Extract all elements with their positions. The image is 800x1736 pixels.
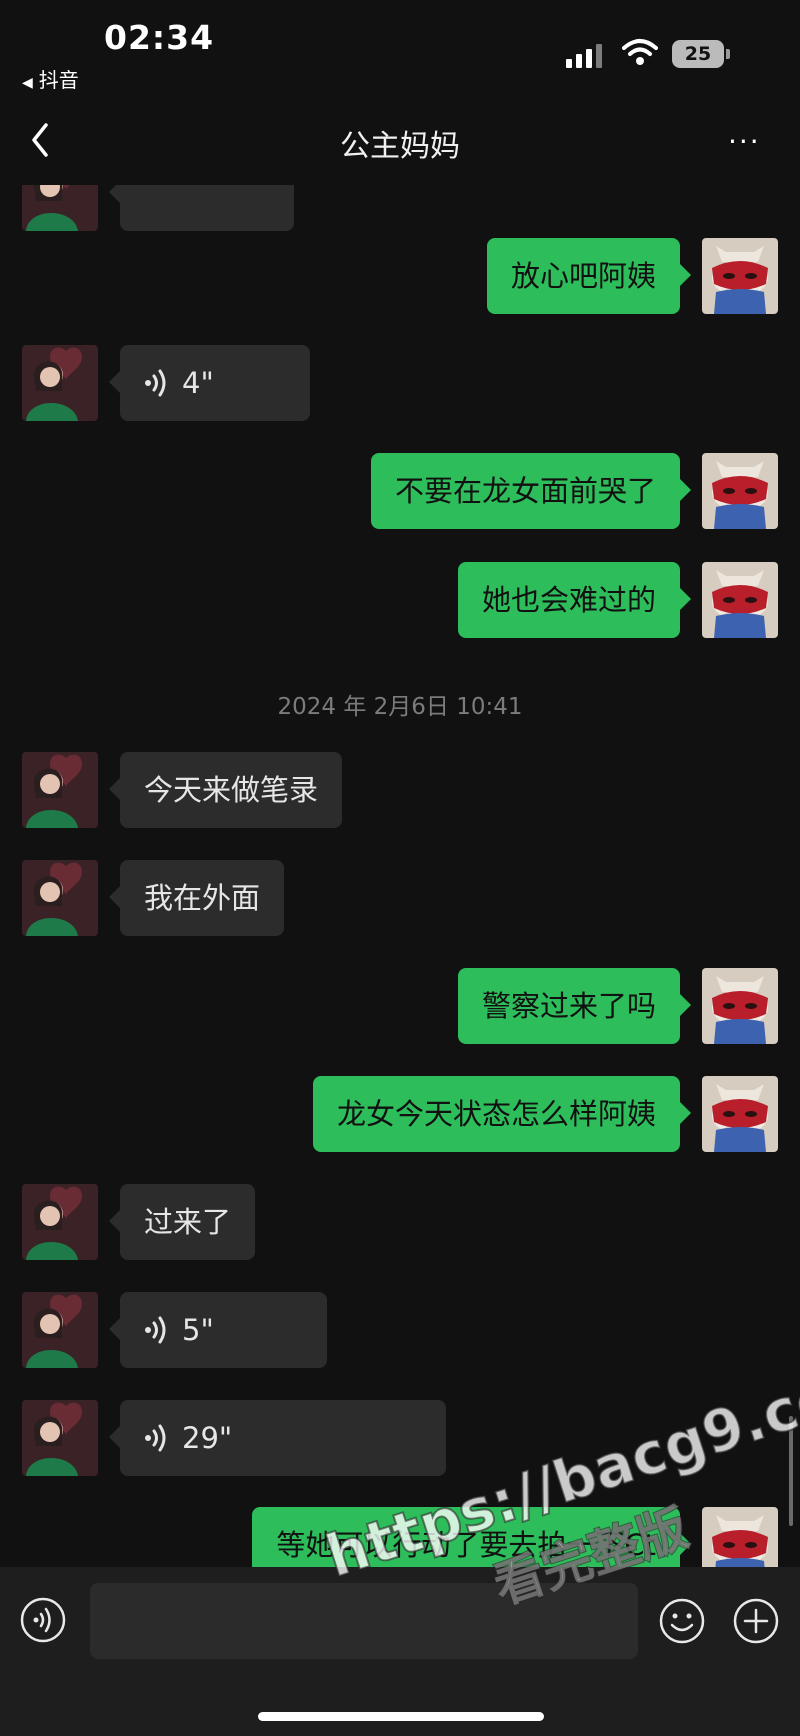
message-bubble-incoming[interactable]: 我在外面 bbox=[108, 860, 285, 936]
contact-avatar[interactable] bbox=[22, 1400, 98, 1476]
message-timestamp: 2024 年 2月6日 10:41 bbox=[277, 694, 523, 720]
input-toolbar bbox=[0, 1567, 800, 1736]
cellular-signal-icon bbox=[566, 44, 606, 68]
voice-wave-icon bbox=[145, 369, 166, 397]
message-bubble-incoming[interactable]: 过来了 bbox=[108, 1184, 256, 1260]
message-input[interactable] bbox=[90, 1583, 638, 1659]
voice-message-bubble[interactable]: 5" bbox=[109, 1292, 327, 1368]
contact-avatar[interactable] bbox=[22, 860, 98, 936]
voice-duration: 29" bbox=[182, 1421, 233, 1455]
voice-duration: 5" bbox=[182, 1313, 214, 1347]
status-time: 02:34 bbox=[104, 18, 215, 57]
status-bar: 02:34 ◀ 抖音 25 bbox=[0, 0, 800, 95]
wifi-icon bbox=[622, 39, 658, 65]
message-list[interactable]: 放心吧阿姨 4" 不要在龙女面前哭了 她也会难过的 2024 年 2月6日 10… bbox=[0, 185, 800, 1567]
my-avatar[interactable] bbox=[702, 238, 778, 314]
battery-indicator: 25 bbox=[672, 40, 724, 68]
plus-icon[interactable] bbox=[732, 1597, 780, 1645]
emoji-icon[interactable] bbox=[658, 1597, 706, 1645]
message-bubble-outgoing[interactable]: 不要在龙女面前哭了 bbox=[370, 453, 692, 529]
my-avatar[interactable] bbox=[702, 562, 778, 638]
message-bubble-outgoing[interactable]: 等她可以行动了要去拍一下Ct bbox=[252, 1507, 691, 1567]
contact-avatar[interactable] bbox=[22, 185, 98, 231]
battery-tip bbox=[726, 49, 730, 59]
chat-header: 公主妈妈 ··· bbox=[0, 95, 800, 185]
message-bubble-incoming[interactable] bbox=[109, 185, 294, 231]
voice-wave-icon bbox=[145, 1424, 166, 1452]
home-indicator[interactable] bbox=[258, 1712, 544, 1721]
message-bubble-incoming[interactable]: 今天来做笔录 bbox=[108, 752, 343, 828]
scrollbar-thumb[interactable] bbox=[789, 1416, 793, 1526]
voice-wave-icon bbox=[145, 1316, 166, 1344]
message-bubble-outgoing[interactable]: 她也会难过的 bbox=[457, 562, 692, 638]
contact-avatar[interactable] bbox=[22, 345, 98, 421]
back-to-app-link[interactable]: ◀ 抖音 bbox=[22, 64, 79, 93]
chat-title: 公主妈妈 bbox=[340, 129, 460, 164]
my-avatar[interactable] bbox=[702, 968, 778, 1044]
my-avatar[interactable] bbox=[702, 1507, 778, 1567]
back-triangle-icon: ◀ bbox=[22, 75, 33, 91]
message-bubble-outgoing[interactable]: 龙女今天状态怎么样阿姨 bbox=[312, 1076, 692, 1152]
contact-avatar[interactable] bbox=[22, 1184, 98, 1260]
contact-avatar[interactable] bbox=[22, 1292, 98, 1368]
my-avatar[interactable] bbox=[702, 453, 778, 529]
contact-avatar[interactable] bbox=[22, 752, 98, 828]
back-app-label: 抖音 bbox=[38, 68, 79, 92]
my-avatar[interactable] bbox=[702, 1076, 778, 1152]
message-bubble-outgoing[interactable]: 警察过来了吗 bbox=[457, 968, 692, 1044]
voice-duration: 4" bbox=[182, 366, 214, 400]
voice-input-icon[interactable] bbox=[20, 1597, 66, 1643]
voice-message-bubble[interactable]: 4" bbox=[109, 345, 310, 421]
message-bubble-outgoing[interactable]: 放心吧阿姨 bbox=[486, 238, 692, 314]
more-icon[interactable]: ··· bbox=[728, 125, 768, 158]
voice-message-bubble[interactable]: 29" bbox=[109, 1400, 446, 1476]
